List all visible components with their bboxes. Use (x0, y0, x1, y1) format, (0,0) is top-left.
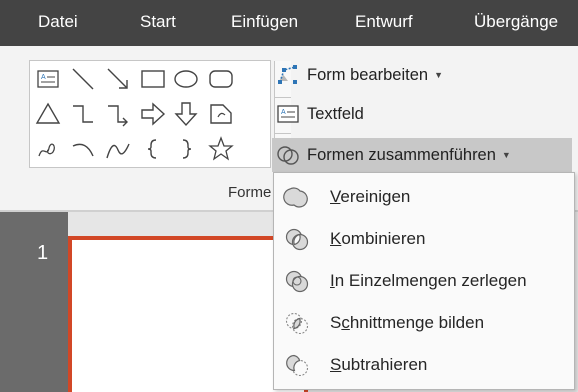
menu-item-union[interactable]: Vereinigen (274, 178, 574, 216)
down-arrow-shape-icon[interactable] (173, 101, 199, 127)
line-shape-icon[interactable] (70, 66, 96, 92)
textbox-label: Textfeld (307, 104, 364, 123)
group-label-shapes: Forme (228, 184, 272, 201)
menu-item-combine[interactable]: Kombinieren (274, 220, 574, 258)
elbow-arrow-connector-shape-icon[interactable] (105, 101, 131, 127)
menu-item-intersect-label: Schnittmenge bilden (330, 313, 485, 332)
textbox-button[interactable]: A Textfeld (275, 99, 395, 129)
right-brace-shape-icon[interactable] (173, 136, 199, 162)
merge-shapes-icon (277, 146, 299, 165)
arrow-line-shape-icon[interactable] (105, 66, 131, 92)
menu-item-combine-label: Kombinieren (330, 229, 426, 248)
svg-text:A: A (281, 109, 286, 116)
menu-item-fragment[interactable]: In Einzelmengen zerlegen (274, 262, 574, 300)
snip-rectangle-shape-icon[interactable] (208, 101, 234, 127)
menu-item-fragment-label: In Einzelmengen zerlegen (330, 271, 527, 290)
textbox-shape-icon[interactable]: A (35, 66, 61, 92)
left-brace-shape-icon[interactable] (140, 136, 166, 162)
menu-item-intersect[interactable]: Schnittmenge bilden (274, 304, 574, 342)
merge-shapes-button[interactable]: Formen zusammenführen ▼ (272, 138, 572, 172)
elbow-connector-shape-icon[interactable] (70, 101, 96, 127)
tab-entwurf[interactable]: Entwurf (355, 12, 413, 32)
slide-number: 1 (37, 242, 49, 264)
freeform-shape-icon[interactable] (35, 136, 61, 162)
menu-item-subtract[interactable]: Subtrahieren (274, 346, 574, 384)
subtract-icon (286, 354, 309, 377)
svg-text:A: A (41, 74, 46, 81)
tab-einfuegen[interactable]: Einfügen (231, 12, 298, 32)
edit-shape-button[interactable]: Form bearbeiten ▼ (275, 60, 485, 90)
ribbon-tab-bar: Datei Start Einfügen Entwurf Übergänge (0, 0, 578, 46)
union-icon (283, 187, 308, 208)
tab-start[interactable]: Start (140, 12, 176, 32)
merge-shapes-label: Formen zusammenführen (307, 145, 496, 164)
textbox-icon: A (277, 105, 299, 123)
chevron-down-icon: ▼ (501, 150, 511, 160)
combine-icon (285, 228, 309, 251)
arc-shape-icon[interactable] (70, 136, 96, 162)
shapes-gallery: A (29, 60, 291, 168)
fragment-icon (285, 270, 309, 293)
menu-item-union-label: Vereinigen (330, 187, 411, 206)
menu-item-subtract-label: Subtrahieren (330, 355, 428, 374)
curve-shape-icon[interactable] (105, 136, 131, 162)
rounded-rectangle-shape-icon[interactable] (208, 66, 234, 92)
tab-datei[interactable]: Datei (38, 12, 78, 32)
rectangle-shape-icon[interactable] (140, 66, 166, 92)
tab-uebergaenge[interactable]: Übergänge (474, 12, 558, 32)
chevron-down-icon: ▼ (434, 70, 443, 80)
slide-number-column (0, 212, 68, 392)
star-shape-icon[interactable] (208, 136, 234, 162)
right-arrow-shape-icon[interactable] (140, 101, 166, 127)
triangle-shape-icon[interactable] (35, 101, 61, 127)
intersect-icon (285, 312, 309, 335)
edit-shape-icon (278, 65, 297, 84)
slide-thumbnail[interactable] (68, 236, 308, 392)
merge-shapes-menu: Vereinigen Kombinieren In Einzelmengen z… (273, 172, 575, 390)
oval-shape-icon[interactable] (173, 66, 199, 92)
edit-shape-label: Form bearbeiten (307, 65, 429, 84)
